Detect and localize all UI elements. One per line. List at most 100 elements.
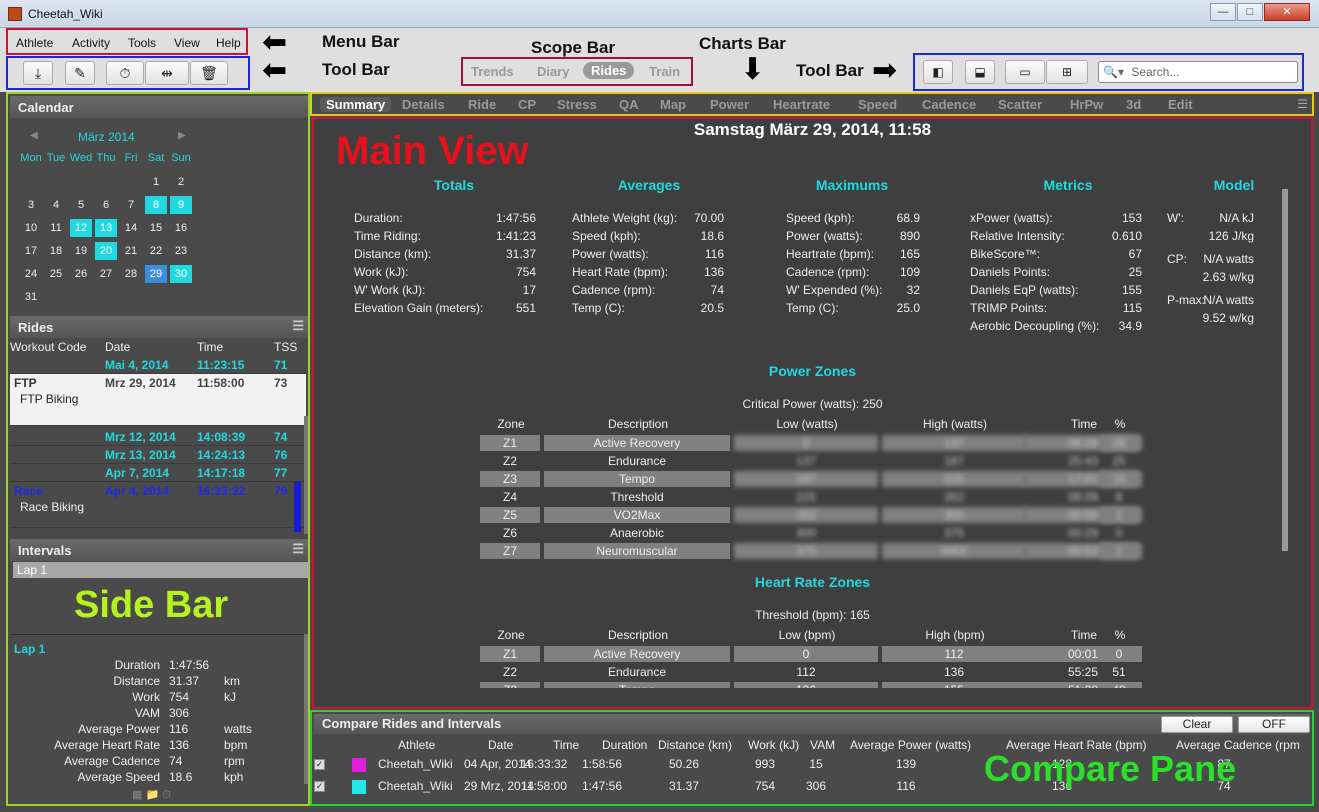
- minimize-button[interactable]: —: [1210, 3, 1236, 21]
- ride-row[interactable]: Mai 4, 2014 11:23:15 71: [10, 356, 306, 374]
- calendar-next-icon[interactable]: ▶: [178, 130, 186, 141]
- single-view-icon[interactable]: ▭: [1005, 60, 1045, 84]
- menu-bar: Athlete Activity Tools View Help: [6, 28, 248, 55]
- calendar-day[interactable]: 27: [95, 265, 117, 283]
- hr_zones-col-header: Low (bpm): [778, 628, 836, 642]
- menu-icon[interactable]: ☰: [1297, 97, 1308, 111]
- ride-row[interactable]: Mrz 13, 2014 14:24:13 76: [10, 446, 306, 464]
- calendar-day[interactable]: 18: [45, 242, 67, 260]
- import-icon[interactable]: ⤓: [23, 61, 53, 85]
- calendar-day[interactable]: 16: [170, 219, 192, 237]
- clear-button[interactable]: Clear: [1161, 716, 1233, 733]
- compare-checkbox[interactable]: ✓: [314, 781, 325, 792]
- scope-diary[interactable]: Diary: [537, 64, 570, 79]
- tab-cadence[interactable]: Cadence: [922, 97, 976, 112]
- tiled-view-icon[interactable]: ⊞: [1046, 60, 1088, 84]
- calendar-day[interactable]: 2: [170, 173, 192, 191]
- edit-icon[interactable]: ✎: [65, 61, 95, 85]
- tab-map[interactable]: Map: [660, 97, 686, 112]
- calendar-day[interactable]: 19: [70, 242, 92, 260]
- calendar-day[interactable]: 1: [145, 173, 167, 191]
- scope-trends[interactable]: Trends: [471, 64, 514, 79]
- search-input[interactable]: 🔍▾ Search...: [1098, 61, 1298, 83]
- calendar-day[interactable]: 11: [45, 219, 67, 237]
- compare-color-swatch[interactable]: [352, 758, 366, 772]
- power_zones-cell: 262: [943, 490, 965, 504]
- calendar-day-header: Sun: [171, 152, 191, 164]
- tab-ride[interactable]: Ride: [468, 97, 496, 112]
- calendar-day[interactable]: 24: [20, 265, 42, 283]
- menu-tools[interactable]: Tools: [128, 36, 156, 50]
- calendar-day[interactable]: 7: [120, 196, 142, 214]
- sidebar-footer-icons[interactable]: ▦ 📁 ⏱: [132, 788, 171, 802]
- tab-hrpw[interactable]: HrPw: [1070, 97, 1103, 112]
- power_zones-cell: Z5: [480, 507, 540, 523]
- tab-speed[interactable]: Speed: [858, 97, 897, 112]
- tab-edit[interactable]: Edit: [1168, 97, 1193, 112]
- split-icon[interactable]: ⇹: [145, 61, 189, 85]
- tab-scatter[interactable]: Scatter: [998, 97, 1042, 112]
- tab-heartrate[interactable]: Heartrate: [773, 97, 830, 112]
- scope-rides[interactable]: Rides: [583, 62, 635, 79]
- calendar-day[interactable]: 23: [170, 242, 192, 260]
- calendar-day[interactable]: 4: [45, 196, 67, 214]
- bottom-pane-toggle-icon[interactable]: ⬓: [965, 60, 995, 84]
- menu-activity[interactable]: Activity: [72, 36, 110, 50]
- tab-details[interactable]: Details: [402, 97, 445, 112]
- tab-summary[interactable]: Summary: [320, 97, 392, 112]
- main-scrollbar[interactable]: [1282, 189, 1288, 551]
- calendar-day[interactable]: 21: [120, 242, 142, 260]
- calendar-day[interactable]: 12: [70, 219, 92, 237]
- calendar-day[interactable]: 5: [70, 196, 92, 214]
- scope-train[interactable]: Train: [649, 64, 680, 79]
- lap-scrollbar[interactable]: [304, 634, 308, 784]
- menu-athlete[interactable]: Athlete: [16, 36, 53, 50]
- metrics-value: 155: [1121, 283, 1142, 297]
- ride-row-selected[interactable]: FTP Mrz 29, 2014 11:58:00 73 FTP Biking: [10, 374, 306, 426]
- compare-checkbox[interactable]: ✓: [314, 759, 325, 770]
- tab-3d[interactable]: 3d: [1126, 97, 1141, 112]
- power_zones-row: Z5 VO2Max 262 300 00:56 1: [314, 507, 1311, 523]
- menu-icon[interactable]: ☰: [292, 541, 304, 557]
- calendar-day[interactable]: 22: [145, 242, 167, 260]
- calendar-day[interactable]: 6: [95, 196, 117, 214]
- calendar-day[interactable]: 31: [20, 288, 42, 306]
- totals-label: W' Work (kJ):: [354, 283, 426, 297]
- calendar-day[interactable]: 17: [20, 242, 42, 260]
- interval-item[interactable]: Lap 1: [13, 562, 309, 578]
- tab-stress[interactable]: Stress: [557, 97, 597, 112]
- calendar-day[interactable]: 26: [70, 265, 92, 283]
- calendar-day[interactable]: 10: [20, 219, 42, 237]
- menu-help[interactable]: Help: [216, 36, 241, 50]
- calendar-day[interactable]: 9: [170, 196, 192, 214]
- calendar-day[interactable]: 13: [95, 219, 117, 237]
- calendar-day[interactable]: 8: [145, 196, 167, 214]
- off-button[interactable]: OFF: [1238, 716, 1310, 733]
- rides-scrollbar[interactable]: [304, 416, 308, 534]
- ride-row[interactable]: Mrz 12, 2014 14:08:39 74: [10, 428, 306, 446]
- maximums-value: 25.0: [896, 301, 920, 315]
- compare-color-swatch[interactable]: [352, 780, 366, 794]
- close-button[interactable]: ✕: [1264, 3, 1310, 21]
- calendar-day[interactable]: 14: [120, 219, 142, 237]
- menu-view[interactable]: View: [174, 36, 200, 50]
- lap-metric-unit: rpm: [224, 754, 245, 768]
- tab-power[interactable]: Power: [710, 97, 749, 112]
- calendar-day[interactable]: 20: [95, 242, 117, 260]
- calendar-day[interactable]: 25: [45, 265, 67, 283]
- calendar-day[interactable]: 28: [120, 265, 142, 283]
- ride-row[interactable]: Race Apr 4, 2014 16:33:32 79 Race Biking: [10, 482, 306, 528]
- maximize-button[interactable]: □: [1237, 3, 1263, 21]
- stopwatch-icon[interactable]: ⏱: [106, 61, 144, 85]
- calendar-prev-icon[interactable]: ◀: [30, 130, 38, 141]
- calendar-day[interactable]: 15: [145, 219, 167, 237]
- ride-row[interactable]: Apr 7, 2014 14:17:18 77: [10, 464, 306, 482]
- tab-cp[interactable]: CP: [518, 97, 536, 112]
- calendar-day[interactable]: 30: [170, 265, 192, 283]
- tab-qa[interactable]: QA: [619, 97, 639, 112]
- sidebar-toggle-icon[interactable]: ◧: [923, 60, 953, 84]
- menu-icon[interactable]: ☰: [292, 318, 304, 334]
- calendar-day[interactable]: 29: [145, 265, 167, 283]
- calendar-day[interactable]: 3: [20, 196, 42, 214]
- trash-icon[interactable]: 🗑: [190, 61, 228, 85]
